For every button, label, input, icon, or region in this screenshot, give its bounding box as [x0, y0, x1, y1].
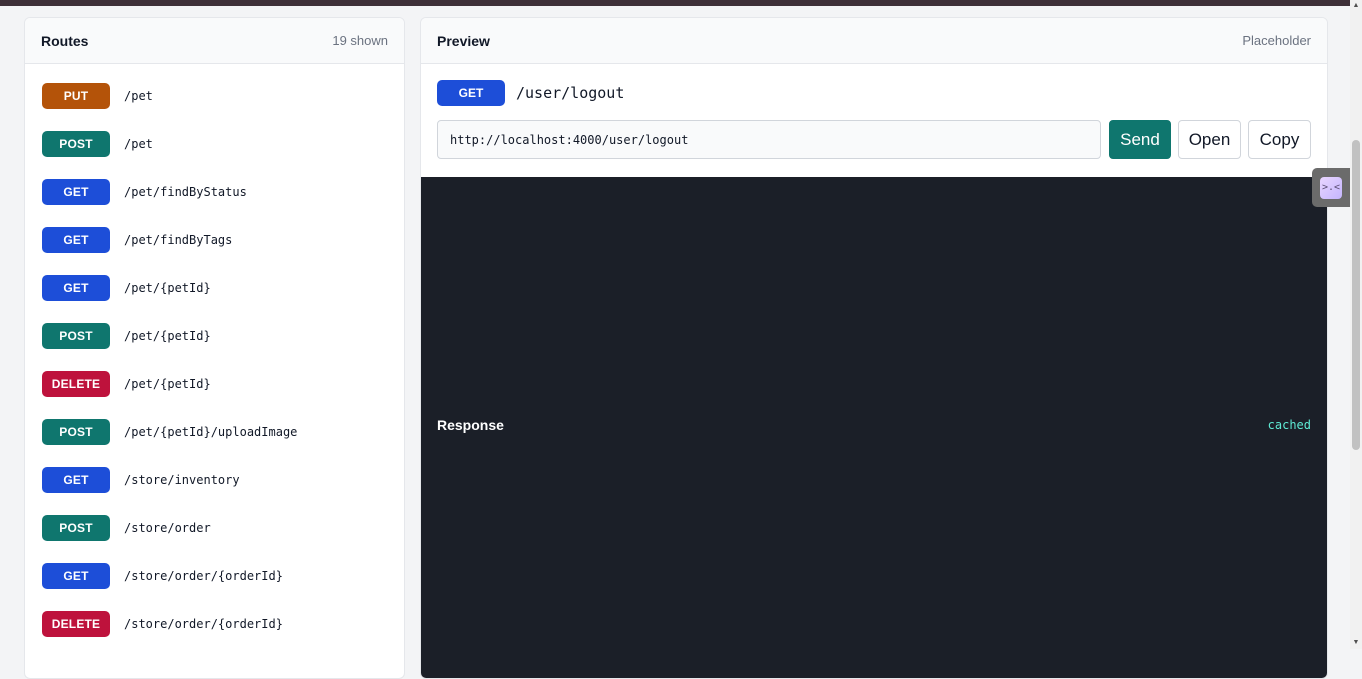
- request-method-badge: GET: [437, 80, 505, 106]
- route-path: /store/order/{orderId}: [124, 617, 283, 631]
- url-input[interactable]: [437, 120, 1101, 159]
- method-badge: GET: [42, 227, 110, 253]
- method-badge: PUT: [42, 83, 110, 109]
- method-badge: POST: [42, 323, 110, 349]
- extension-icon: >.<: [1320, 176, 1342, 199]
- route-item[interactable]: DELETE/store/order/{orderId}: [42, 611, 283, 637]
- window-top-bar: [0, 0, 1362, 6]
- send-button[interactable]: Send: [1109, 120, 1171, 159]
- route-path: /pet/{petId}: [124, 329, 211, 343]
- scroll-thumb[interactable]: [1352, 140, 1360, 450]
- request-path: /user/logout: [516, 84, 625, 102]
- route-item[interactable]: POST/pet: [42, 131, 153, 157]
- scroll-up-icon[interactable]: ▲: [1350, 0, 1362, 12]
- route-path: /pet/{petId}: [124, 377, 211, 391]
- route-item[interactable]: GET/pet/findByTags: [42, 227, 232, 253]
- route-path: /pet: [124, 89, 153, 103]
- preview-meta: Placeholder: [1242, 33, 1311, 48]
- method-badge: GET: [42, 179, 110, 205]
- response-status: cached: [1267, 418, 1311, 432]
- route-item[interactable]: PUT/pet: [42, 83, 153, 109]
- route-path: /pet/{petId}/uploadImage: [124, 425, 298, 439]
- route-path: /pet/findByTags: [124, 233, 233, 247]
- method-badge: DELETE: [42, 371, 110, 397]
- response-label: Response: [437, 417, 504, 433]
- route-path: /pet: [124, 137, 153, 151]
- method-badge: POST: [42, 131, 110, 157]
- method-badge: GET: [42, 275, 110, 301]
- preview-panel: Preview Placeholder GET /user/logout Sen…: [420, 17, 1328, 679]
- routes-panel: Routes 19 shown PUT/pet POST/pet GET/pet/f…: [24, 17, 405, 679]
- method-badge: GET: [42, 563, 110, 589]
- method-badge: POST: [42, 419, 110, 445]
- method-badge: POST: [42, 515, 110, 541]
- route-path: /store/order: [124, 521, 211, 535]
- route-path: /store/order/{orderId}: [124, 569, 283, 583]
- routes-count: 19 shown: [332, 33, 388, 48]
- preview-header: Preview Placeholder: [421, 18, 1327, 64]
- extension-handle[interactable]: >.<: [1312, 168, 1350, 207]
- route-item[interactable]: GET/pet/{petId}: [42, 275, 211, 301]
- route-path: /store/inventory: [124, 473, 240, 487]
- route-path: /pet/{petId}: [124, 281, 211, 295]
- route-item[interactable]: DELETE/pet/{petId}: [42, 371, 211, 397]
- open-button[interactable]: Open: [1178, 120, 1241, 159]
- route-item[interactable]: POST/pet/{petId}/uploadImage: [42, 419, 297, 445]
- method-badge: DELETE: [42, 611, 110, 637]
- response-area: Response cached: [421, 177, 1327, 678]
- route-item[interactable]: GET/store/order/{orderId}: [42, 563, 283, 589]
- route-item[interactable]: GET/pet/findByStatus: [42, 179, 247, 205]
- method-badge: GET: [42, 467, 110, 493]
- route-item[interactable]: POST/pet/{petId}: [42, 323, 211, 349]
- scroll-down-icon[interactable]: ▼: [1350, 637, 1362, 649]
- request-line: GET /user/logout: [437, 80, 624, 106]
- route-item[interactable]: POST/store/order: [42, 515, 211, 541]
- copy-button[interactable]: Copy: [1248, 120, 1311, 159]
- routes-title: Routes: [41, 32, 89, 49]
- route-path: /pet/findByStatus: [124, 185, 247, 199]
- routes-header: Routes 19 shown: [25, 18, 404, 64]
- preview-title: Preview: [437, 32, 490, 49]
- page-scrollbar[interactable]: ▲ ▼: [1350, 0, 1362, 649]
- route-item[interactable]: GET/store/inventory: [42, 467, 240, 493]
